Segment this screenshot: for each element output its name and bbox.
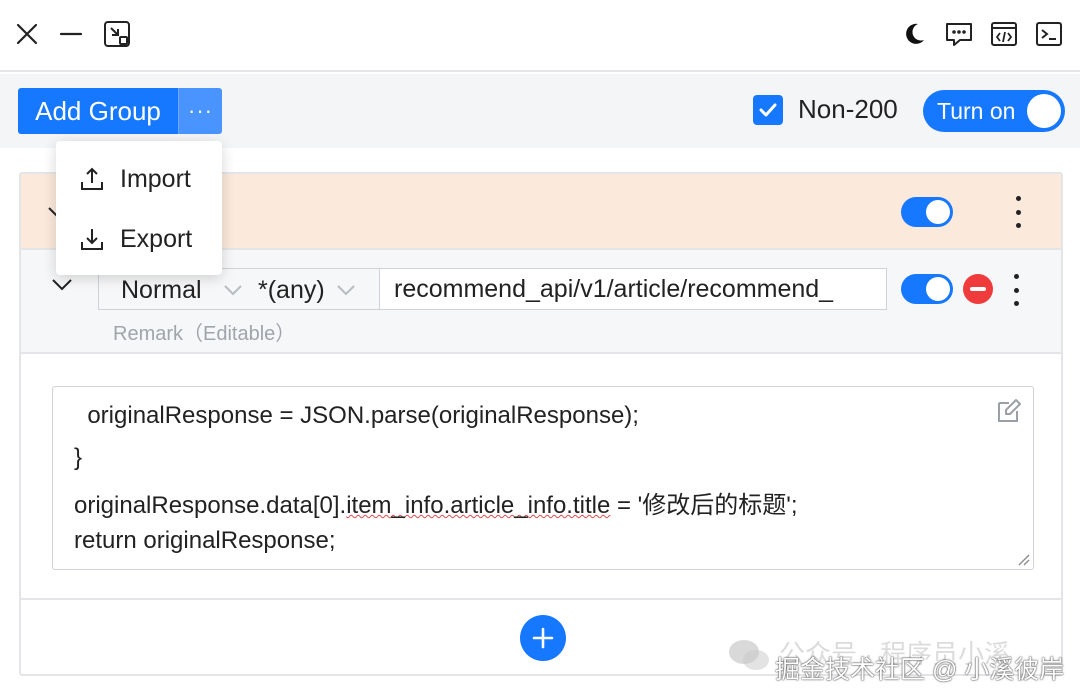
upload-icon bbox=[81, 167, 103, 190]
terminal-icon[interactable] bbox=[1033, 18, 1065, 50]
menu-item-label: Export bbox=[120, 224, 193, 253]
group-enabled-toggle[interactable] bbox=[901, 197, 953, 227]
rule-enabled-toggle[interactable] bbox=[901, 274, 953, 304]
check-icon bbox=[759, 103, 777, 117]
toolbar: Add Group ··· Non-200 Turn on bbox=[0, 74, 1080, 148]
toggle-knob bbox=[1027, 94, 1061, 128]
title-bar bbox=[0, 0, 1080, 72]
add-group-button[interactable]: Add Group bbox=[18, 88, 178, 134]
dark-mode-moon-icon[interactable] bbox=[898, 18, 930, 50]
code-line: originalResponse.data[0].item_info.artic… bbox=[74, 492, 798, 519]
remove-rule-button[interactable] bbox=[963, 274, 993, 304]
add-rule-button[interactable] bbox=[520, 615, 566, 661]
close-icon[interactable] bbox=[11, 18, 43, 50]
non200-label: Non-200 bbox=[798, 94, 898, 124]
resize-handle-icon[interactable] bbox=[1016, 552, 1030, 566]
group-more-kebab-icon[interactable] bbox=[1008, 194, 1028, 230]
more-options-button[interactable]: ··· bbox=[178, 88, 222, 134]
chevron-down-icon bbox=[337, 285, 355, 296]
add-group-split-button: Add Group ··· bbox=[18, 88, 222, 134]
plus-icon bbox=[532, 627, 554, 649]
download-icon bbox=[81, 229, 103, 250]
code-line: originalResponse = JSON.parse(originalRe… bbox=[74, 402, 639, 429]
remark-field[interactable]: Remark（Editable） bbox=[113, 317, 295, 346]
code-line: return originalResponse; bbox=[74, 527, 336, 554]
code-editor[interactable]: originalResponse = JSON.parse(originalRe… bbox=[52, 386, 1034, 570]
chevron-down-icon bbox=[224, 285, 242, 296]
turn-on-toggle[interactable]: Turn on bbox=[923, 90, 1065, 132]
method-select[interactable]: *(any) bbox=[258, 276, 325, 305]
editor-section: originalResponse = JSON.parse(originalRe… bbox=[21, 354, 1061, 600]
chevron-down-icon[interactable] bbox=[49, 272, 75, 298]
add-group-dropdown-menu: Import Export bbox=[56, 141, 222, 275]
menu-item-export[interactable]: Export bbox=[56, 210, 222, 268]
code-line: } bbox=[74, 444, 83, 471]
edit-icon[interactable] bbox=[995, 397, 1023, 425]
non200-checkbox[interactable] bbox=[753, 95, 783, 125]
turn-on-label: Turn on bbox=[937, 98, 1016, 124]
menu-item-label: Import bbox=[120, 164, 191, 193]
minimize-icon[interactable] bbox=[55, 18, 87, 50]
rule-more-kebab-icon[interactable] bbox=[1006, 272, 1026, 308]
shrink-window-icon[interactable] bbox=[101, 18, 133, 50]
url-pattern-input[interactable] bbox=[379, 268, 887, 310]
spellcheck-error: item_info.article_info.title bbox=[346, 492, 611, 519]
rule-type-select[interactable]: Normal bbox=[121, 276, 202, 305]
menu-item-import[interactable]: Import bbox=[56, 150, 222, 208]
chat-bubble-icon[interactable] bbox=[943, 18, 975, 50]
code-window-icon[interactable] bbox=[988, 18, 1020, 50]
